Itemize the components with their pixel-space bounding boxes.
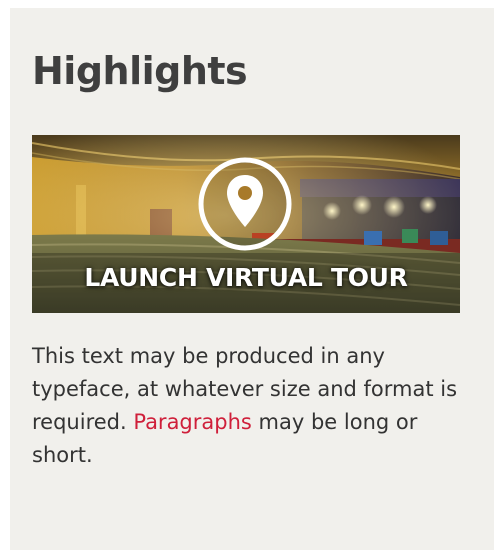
- highlights-panel: Highlights LAUNCH VIRTUAL TOUR This text…: [10, 8, 494, 550]
- highlight-paragraph: This text may be produced in any typefac…: [32, 340, 482, 472]
- location-pin-icon: [196, 155, 294, 253]
- virtual-tour-banner[interactable]: LAUNCH VIRTUAL TOUR: [32, 135, 460, 313]
- paragraphs-link[interactable]: Paragraphs: [133, 410, 252, 434]
- section-title: Highlights: [32, 49, 248, 93]
- launch-virtual-tour-label: LAUNCH VIRTUAL TOUR: [84, 263, 408, 292]
